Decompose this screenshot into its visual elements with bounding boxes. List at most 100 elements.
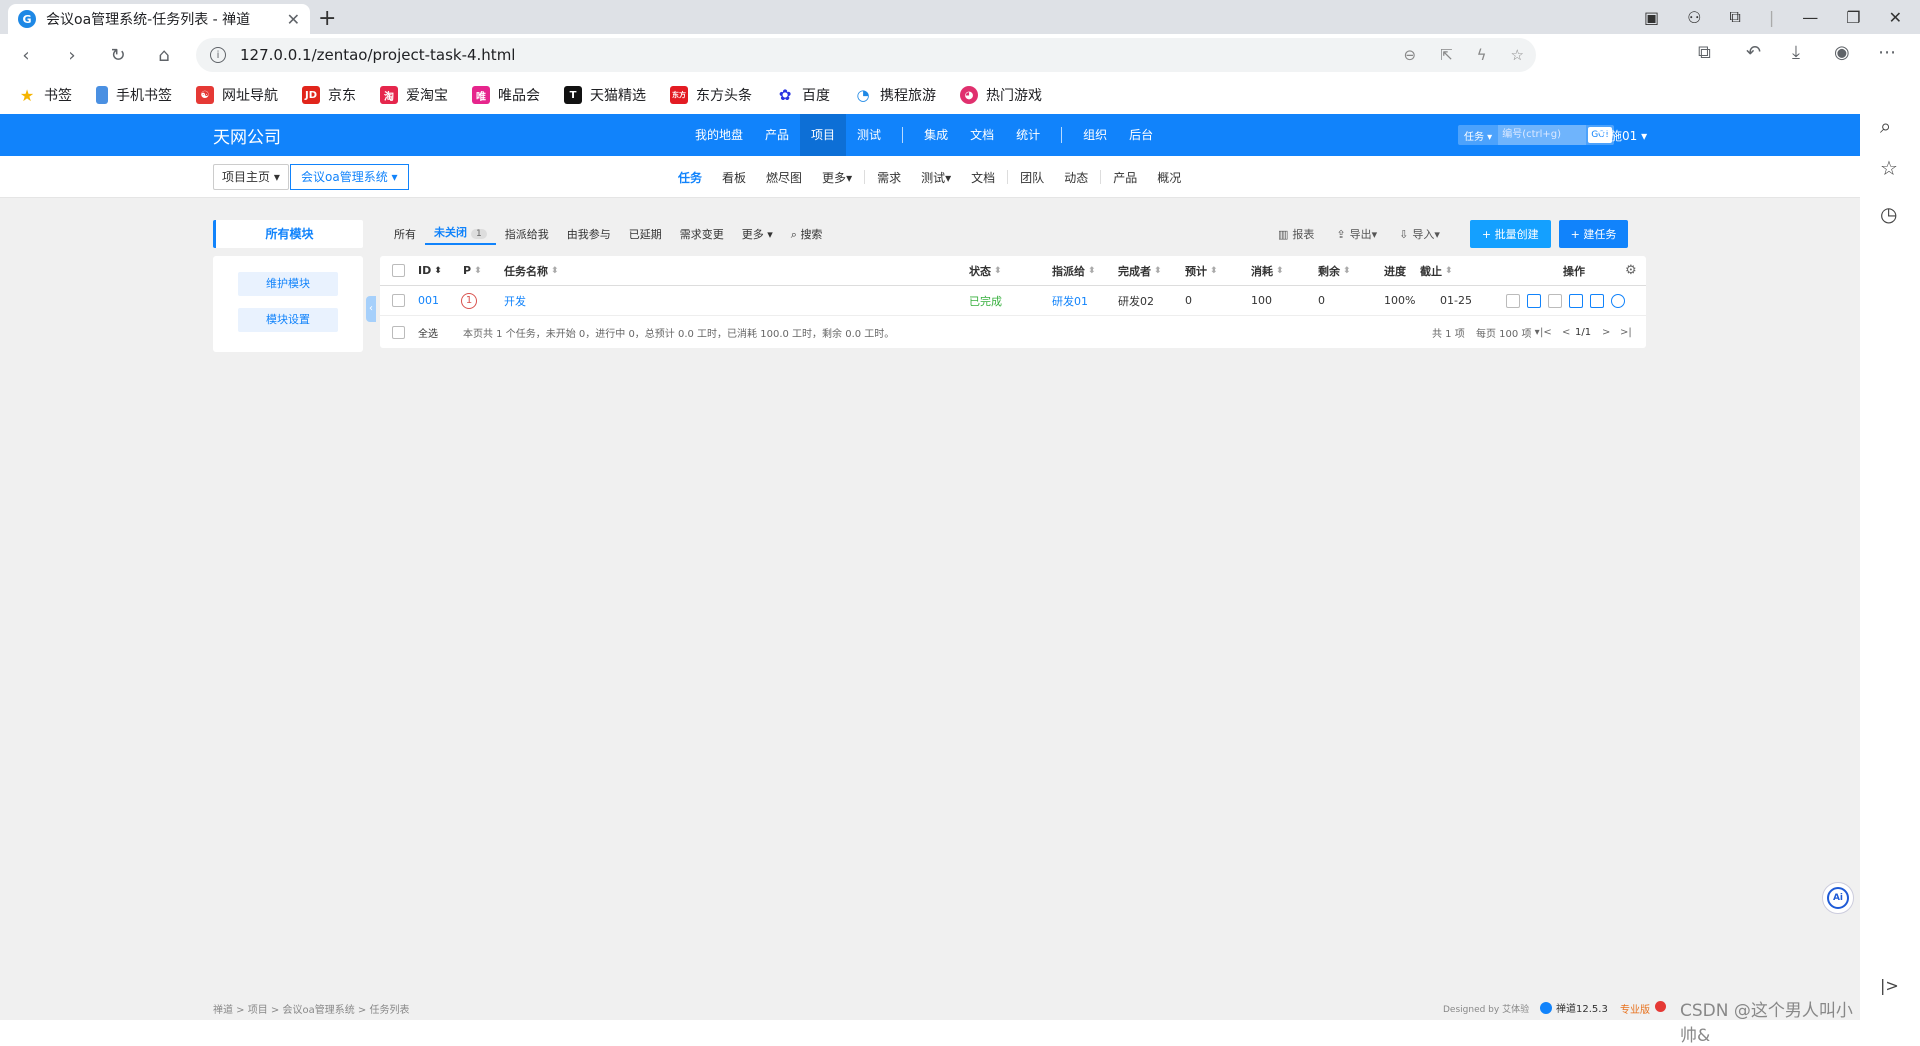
zentao-version[interactable]: 禅道12.5.3: [1540, 1000, 1608, 1015]
import-button[interactable]: ⇩ 导入 ▾: [1399, 226, 1440, 242]
forward-icon[interactable]: ›: [52, 45, 92, 66]
close-tab-icon[interactable]: ✕: [287, 10, 300, 29]
menu-more-icon[interactable]: ⋯: [1878, 42, 1896, 63]
favorites-star-icon[interactable]: ☆: [1880, 156, 1898, 180]
project-switcher[interactable]: 会议oa管理系统 ▾: [290, 164, 409, 190]
subnav-task[interactable]: 任务: [668, 169, 712, 186]
bookmark-item[interactable]: 东方 东方头条: [670, 85, 752, 105]
url-input[interactable]: i 127.0.0.1/zentao/project-task-4.html ⊖…: [196, 38, 1536, 72]
subnav-story[interactable]: 需求: [867, 169, 911, 186]
prev-page-icon[interactable]: <: [1562, 316, 1570, 348]
nav-item-report[interactable]: 统计: [1005, 114, 1051, 156]
all-modules-button[interactable]: 所有模块: [213, 220, 363, 248]
select-all-label[interactable]: 全选: [418, 316, 438, 348]
bookmark-item[interactable]: ☯ 网址导航: [196, 85, 278, 105]
batch-create-button[interactable]: + 批量创建: [1469, 220, 1551, 248]
nav-item-company[interactable]: 组织: [1072, 114, 1118, 156]
new-tab-icon[interactable]: +: [318, 6, 336, 31]
undo-icon[interactable]: ↶: [1746, 42, 1761, 63]
first-page-icon[interactable]: |<: [1540, 316, 1552, 348]
bookmark-item[interactable]: T 天猫精选: [564, 85, 646, 105]
search-type-select[interactable]: 任务 ▾: [1458, 128, 1498, 143]
module-settings-button[interactable]: 模块设置: [238, 308, 338, 332]
nav-item-doc[interactable]: 文档: [959, 114, 1005, 156]
create-task-button[interactable]: + 建任务: [1558, 220, 1629, 248]
nav-item-qa[interactable]: 测试: [846, 114, 892, 156]
subnav-dynamic[interactable]: 动态: [1054, 169, 1098, 186]
bookmark-item[interactable]: JD 京东: [302, 85, 356, 105]
filter-involved[interactable]: 由我参与: [558, 226, 620, 242]
bookmark-item[interactable]: ◕ 热门游戏: [960, 85, 1042, 105]
task-name-link[interactable]: 开发: [504, 286, 526, 315]
incognito-icon[interactable]: ⚇: [1687, 8, 1701, 27]
col-id[interactable]: ID ⬍: [418, 256, 442, 285]
subnav-more[interactable]: 更多▾: [812, 169, 862, 186]
search-toggle[interactable]: ⌕ 搜索: [782, 226, 832, 242]
subnav-view[interactable]: 概况: [1147, 169, 1191, 186]
col-consumed[interactable]: 消耗 ⬍: [1251, 256, 1284, 285]
extension-puzzle-icon[interactable]: ⧉: [1698, 42, 1711, 63]
download-icon[interactable]: ⤓: [1792, 42, 1800, 63]
nav-item-my[interactable]: 我的地盘: [684, 114, 754, 156]
help-icon[interactable]: [1655, 1001, 1666, 1012]
site-info-icon[interactable]: i: [210, 47, 226, 63]
expand-panel-icon[interactable]: |>: [1880, 976, 1899, 995]
filter-unclosed[interactable]: 未关闭 1: [425, 224, 496, 245]
col-deadline[interactable]: 截止 ⬍: [1420, 256, 1453, 285]
bookmark-item[interactable]: 唯唯品会: [472, 85, 540, 105]
company-name[interactable]: 天网公司: [213, 123, 281, 148]
col-status[interactable]: 状态 ⬍: [969, 256, 1002, 285]
export-button[interactable]: ⇪ 导出 ▾: [1336, 226, 1377, 242]
search-icon[interactable]: ⌕: [1880, 114, 1891, 138]
tab-count-icon[interactable]: ▣: [1644, 8, 1659, 27]
record-estimate-icon[interactable]: [1527, 293, 1541, 308]
nav-item-product[interactable]: 产品: [754, 114, 800, 156]
column-settings-gear-icon[interactable]: ⚙: [1625, 256, 1637, 285]
filter-delayed[interactable]: 已延期: [620, 226, 671, 242]
edit-icon[interactable]: [1590, 293, 1604, 308]
lightning-icon[interactable]: ϟ: [1477, 46, 1487, 64]
zoom-icon[interactable]: ⊖: [1403, 46, 1416, 64]
filter-more[interactable]: 更多 ▾: [733, 226, 782, 242]
bookmark-item[interactable]: ✿ 百度: [776, 85, 830, 105]
bookmark-item[interactable]: 手机书签: [96, 85, 172, 105]
search-input[interactable]: 编号(ctrl+g): [1498, 125, 1587, 145]
collapse-sidebar-icon[interactable]: ‹: [366, 296, 376, 322]
assigned-to-link[interactable]: 研发01: [1052, 286, 1088, 315]
maintain-modules-button[interactable]: 维护模块: [238, 272, 338, 296]
minimize-icon[interactable]: —: [1802, 8, 1818, 27]
col-priority[interactable]: P ⬍: [463, 256, 482, 285]
per-page-select[interactable]: 每页 100 项 ▾: [1476, 316, 1540, 348]
project-home-dropdown[interactable]: 项目主页 ▾: [213, 164, 289, 190]
edition-text[interactable]: 专业版: [1620, 1001, 1650, 1016]
nav-item-admin[interactable]: 后台: [1118, 114, 1164, 156]
close-task-icon[interactable]: [1569, 293, 1583, 308]
col-assigned[interactable]: 指派给 ⬍: [1052, 256, 1096, 285]
history-clock-icon[interactable]: ◷: [1880, 202, 1897, 226]
reload-icon[interactable]: ↻: [98, 45, 138, 66]
browser-tab[interactable]: G 会议oa管理系统-任务列表 - 禅道 ✕: [8, 4, 310, 34]
task-id-link[interactable]: 001: [418, 286, 439, 315]
subnav-team[interactable]: 团队: [1010, 169, 1054, 186]
extensions-icon[interactable]: ⧉: [1729, 7, 1740, 27]
subnav-product[interactable]: 产品: [1103, 169, 1147, 186]
back-icon[interactable]: ‹: [6, 45, 46, 66]
subnav-kanban[interactable]: 看板: [712, 169, 756, 186]
row-checkbox[interactable]: [392, 294, 405, 307]
subnav-test[interactable]: 测试▾: [911, 169, 961, 186]
filter-all[interactable]: 所有: [385, 226, 425, 242]
home-icon[interactable]: ⌂: [144, 45, 184, 66]
filter-story-changed[interactable]: 需求变更: [671, 226, 733, 242]
close-window-icon[interactable]: ✕: [1889, 8, 1902, 27]
select-all-checkbox[interactable]: [392, 264, 405, 277]
user-menu[interactable]: 实施01 ▾: [1598, 127, 1647, 144]
col-finished-by[interactable]: 完成者 ⬍: [1118, 256, 1162, 285]
subnav-doc[interactable]: 文档: [961, 169, 1005, 186]
filter-assigned-to-me[interactable]: 指派给我: [496, 226, 558, 242]
report-button[interactable]: ▥ 报表: [1278, 226, 1314, 242]
share-icon[interactable]: ⇱: [1440, 46, 1453, 64]
next-page-icon[interactable]: >: [1602, 316, 1610, 348]
bookmark-item[interactable]: 淘爱淘宝: [380, 85, 448, 105]
create-subtask-icon[interactable]: [1611, 293, 1625, 308]
col-name[interactable]: 任务名称 ⬍: [504, 256, 559, 285]
